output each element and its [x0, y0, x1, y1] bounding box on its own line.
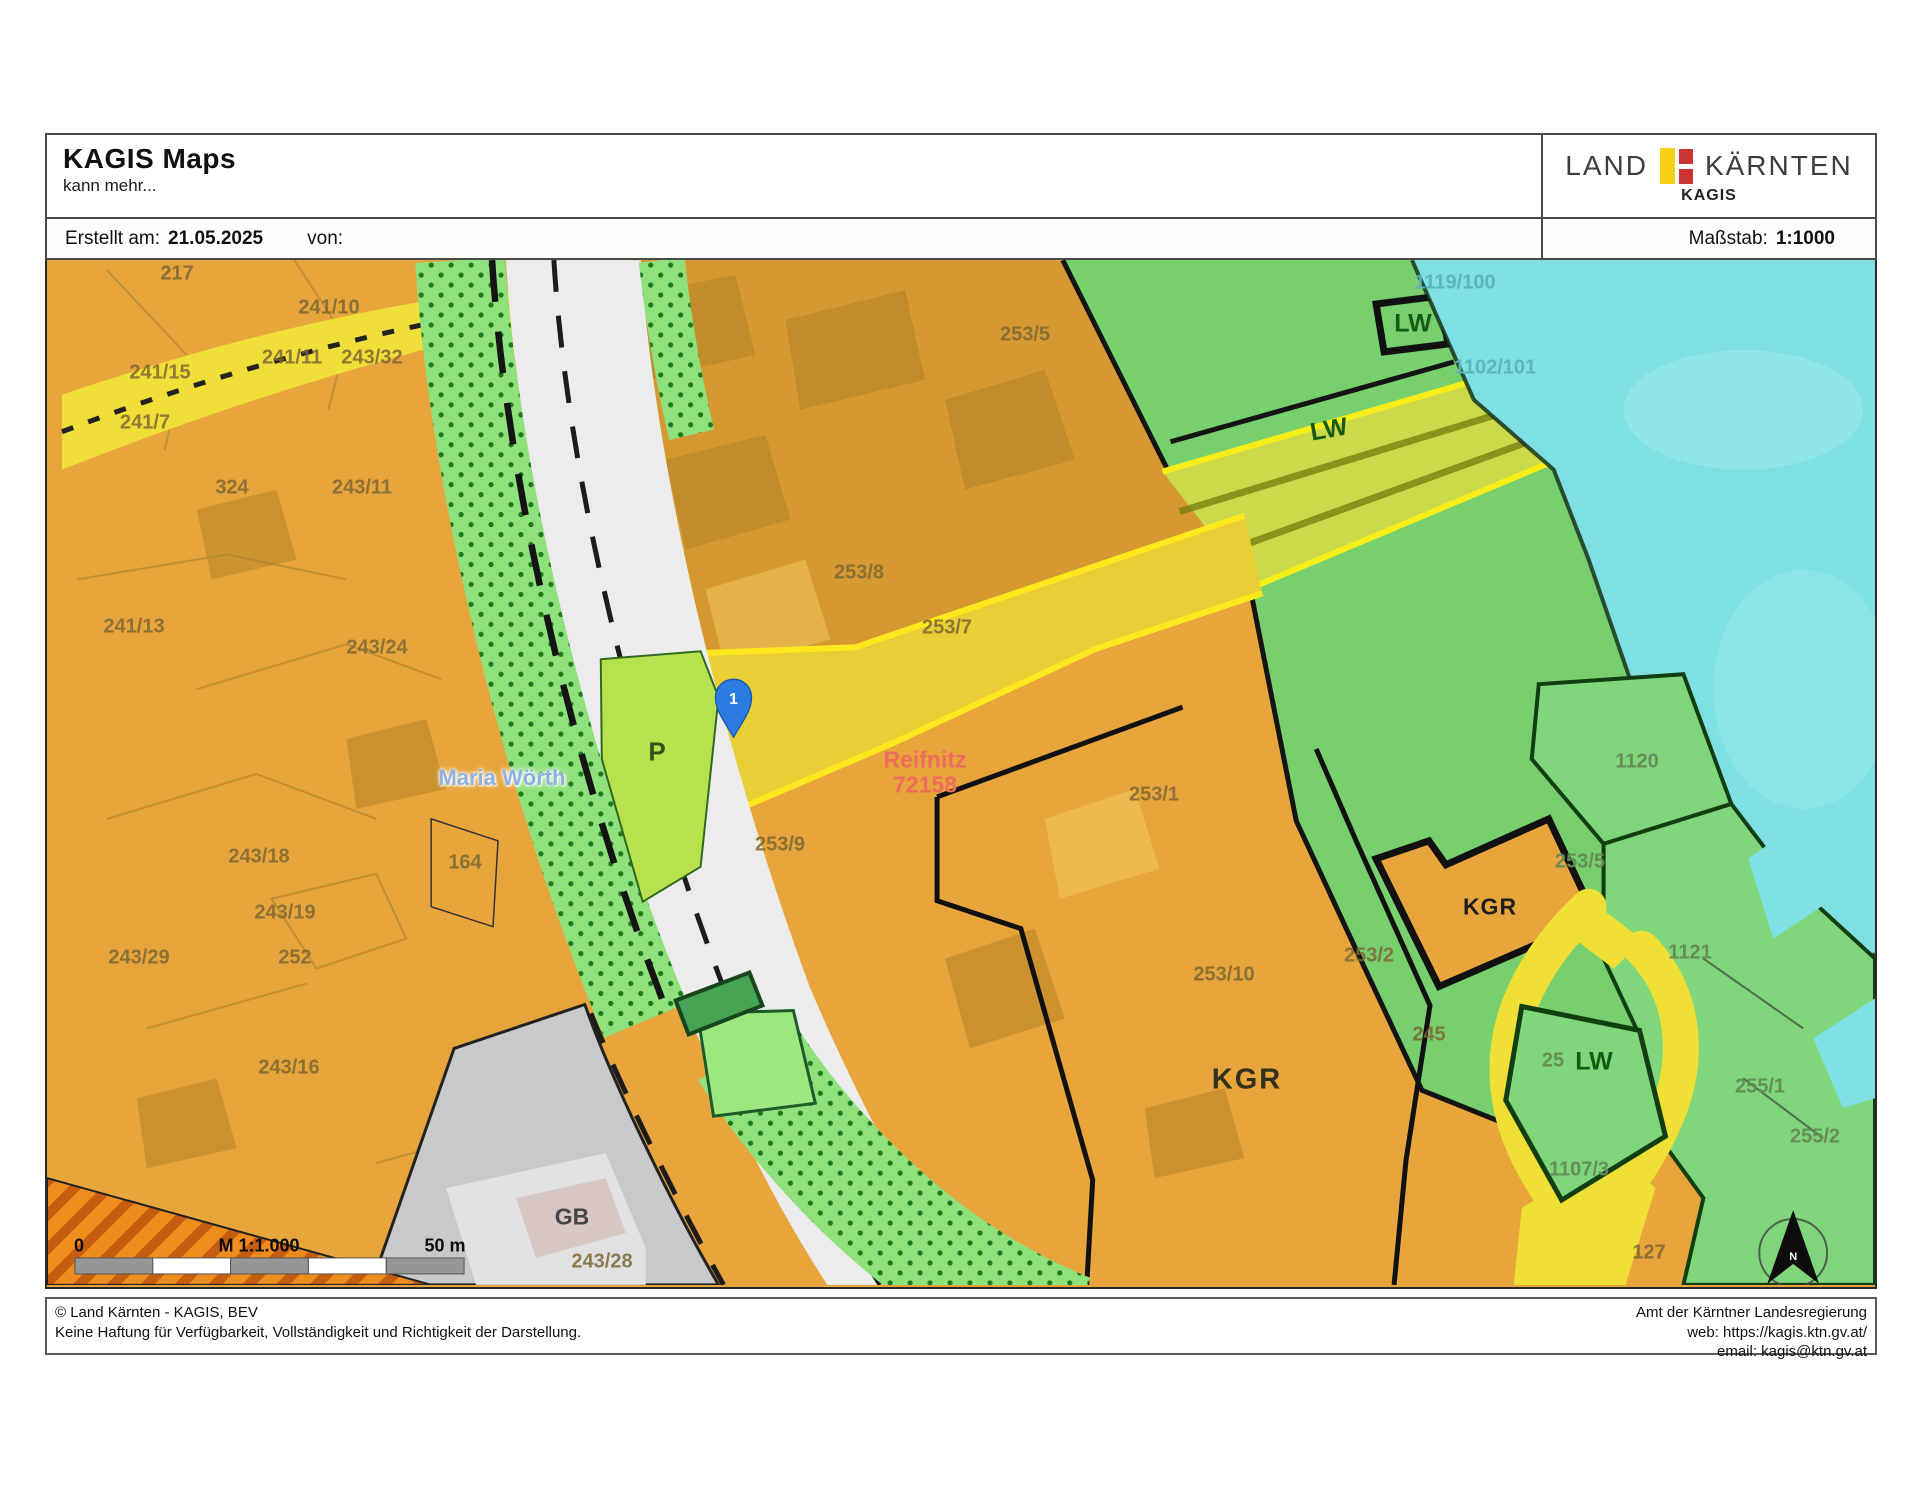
info-bar: Erstellt am: 21.05.2025 von: Maßstab: 1:… [45, 219, 1877, 260]
north-label: N [1789, 1251, 1797, 1263]
footer: © Land Kärnten - KAGIS, BEV Keine Haftun… [45, 1297, 1877, 1355]
web-line: web: https://kagis.ktn.gv.at/ [1636, 1323, 1867, 1343]
disclaimer-line: Keine Haftung für Verfügbarkeit, Vollstä… [55, 1323, 581, 1343]
scale-label: Maßstab: [1689, 228, 1768, 250]
created-label: Erstellt am: [65, 228, 160, 250]
print-sheet: KAGIS Maps kann mehr... LAND KÄRNTEN KAG… [45, 133, 1877, 1355]
created-date: 21.05.2025 [168, 228, 263, 250]
created-by-label: von: [307, 228, 343, 250]
agency-line: Amt der Kärntner Landesregierung [1636, 1303, 1867, 1323]
brand-logo: LAND KÄRNTEN KAGIS [1541, 135, 1875, 217]
map-canvas: 1 N [47, 260, 1875, 1285]
map-viewport[interactable]: 1 N 217241/10241/11243/32241/15241/73242… [45, 260, 1877, 1289]
app-subtitle: kann mehr... [63, 176, 1525, 196]
scale-value: 1:1000 [1776, 228, 1835, 250]
logo-text-kagis: KAGIS [1681, 187, 1737, 205]
copyright-line: © Land Kärnten - KAGIS, BEV [55, 1303, 581, 1323]
header: KAGIS Maps kann mehr... LAND KÄRNTEN KAG… [45, 133, 1877, 219]
parcel-253-11 [698, 1010, 816, 1116]
app-title: KAGIS Maps [63, 143, 1525, 175]
scale-bar [75, 1258, 464, 1274]
kaernten-logo-icon [1660, 147, 1693, 185]
logo-text-land: LAND [1565, 150, 1648, 182]
email-line: email: kagis@ktn.gv.at [1636, 1342, 1867, 1362]
logo-text-kaernten: KÄRNTEN [1705, 150, 1853, 182]
marker-number: 1 [729, 691, 738, 708]
greenbelt-top-right [662, 260, 692, 435]
